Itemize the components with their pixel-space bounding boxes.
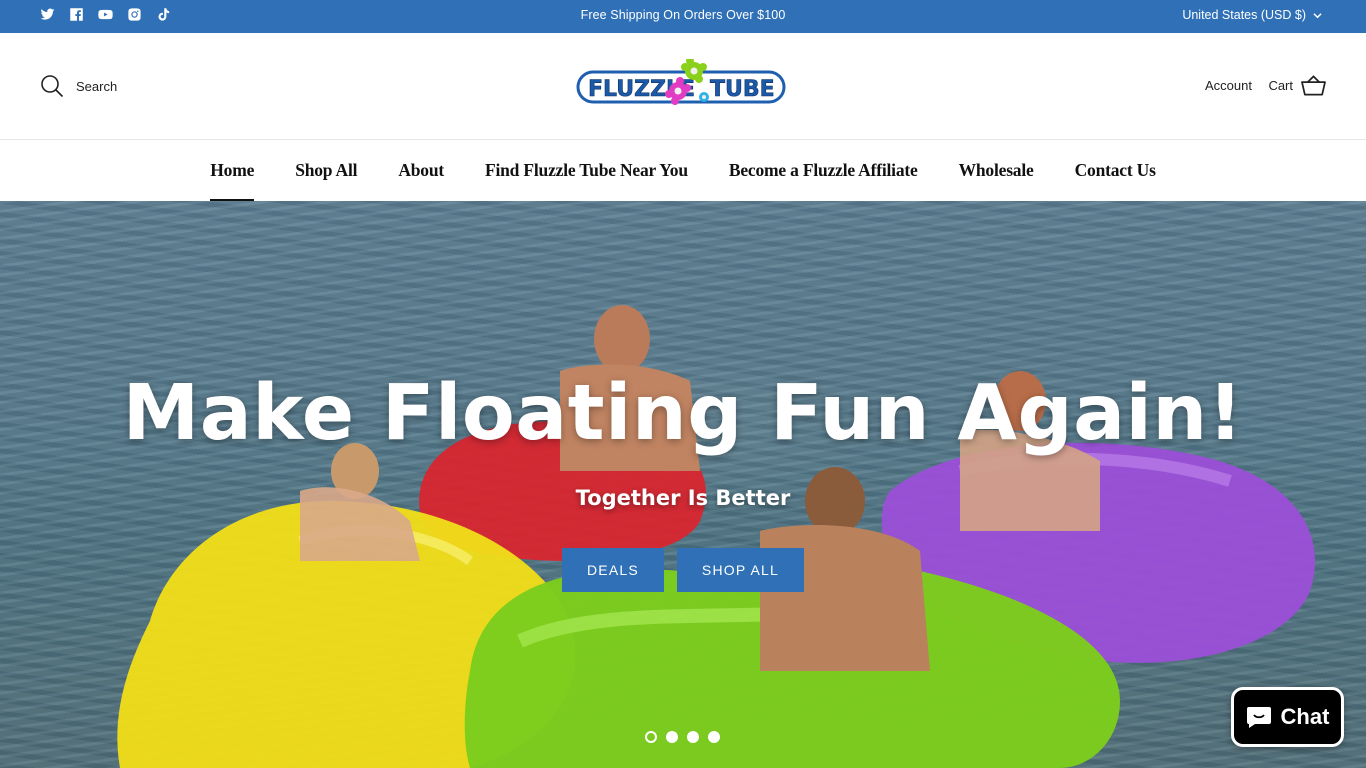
cart-label: Cart bbox=[1268, 77, 1293, 93]
chat-button[interactable]: Chat bbox=[1231, 687, 1344, 747]
chat-bubble-icon bbox=[1246, 707, 1271, 728]
chevron-down-icon bbox=[1313, 12, 1322, 18]
nav-item-home[interactable]: Home bbox=[210, 140, 254, 201]
hero-subtitle: Together Is Better bbox=[575, 486, 791, 510]
nav-item-find-near-you[interactable]: Find Fluzzle Tube Near You bbox=[485, 140, 688, 201]
chat-label: Chat bbox=[1280, 704, 1330, 729]
nav-item-about[interactable]: About bbox=[398, 140, 444, 201]
slide-dot-3[interactable] bbox=[687, 731, 699, 743]
nav-item-wholesale[interactable]: Wholesale bbox=[959, 140, 1034, 201]
account-link[interactable]: Account bbox=[1205, 78, 1252, 93]
slide-dot-2[interactable] bbox=[666, 731, 678, 743]
basket-icon bbox=[1301, 75, 1326, 96]
search-icon bbox=[41, 75, 64, 98]
deals-button[interactable]: DEALS bbox=[562, 548, 664, 592]
announcement-bar: Free Shipping On Orders Over $100 United… bbox=[0, 0, 1366, 33]
nav-item-shop-all[interactable]: Shop All bbox=[295, 140, 357, 201]
currency-label: United States (USD $) bbox=[1182, 8, 1306, 22]
currency-selector[interactable]: United States (USD $) bbox=[1182, 8, 1322, 22]
nav-item-contact-us[interactable]: Contact Us bbox=[1075, 140, 1156, 201]
hero-buttons: DEALS SHOP ALL bbox=[0, 548, 1366, 592]
main-navigation: Home Shop All About Find Fluzzle Tube Ne… bbox=[0, 140, 1366, 201]
slide-dot-4[interactable] bbox=[708, 731, 720, 743]
search-button[interactable]: Search bbox=[40, 74, 117, 98]
hero-title: Make Floating Fun Again! bbox=[122, 369, 1244, 458]
svg-text:TUBE: TUBE bbox=[710, 77, 775, 102]
slide-pagination bbox=[645, 731, 720, 743]
hero-slideshow[interactable]: Make Floating Fun Again! Together Is Bet… bbox=[0, 201, 1366, 768]
cart-link[interactable]: Cart bbox=[1268, 74, 1326, 96]
hero-image bbox=[117, 305, 1316, 768]
site-logo[interactable]: FLUZZLE TUBE bbox=[576, 57, 786, 115]
slide-dot-1[interactable] bbox=[645, 731, 657, 743]
site-header: Search FLUZZLE TUBE Account Cart bbox=[0, 33, 1366, 140]
search-label: Search bbox=[76, 78, 118, 94]
shipping-announcement: Free Shipping On Orders Over $100 bbox=[580, 8, 786, 22]
shop-all-button[interactable]: SHOP ALL bbox=[676, 548, 804, 592]
nav-item-affiliate[interactable]: Become a Fluzzle Affiliate bbox=[729, 140, 918, 201]
